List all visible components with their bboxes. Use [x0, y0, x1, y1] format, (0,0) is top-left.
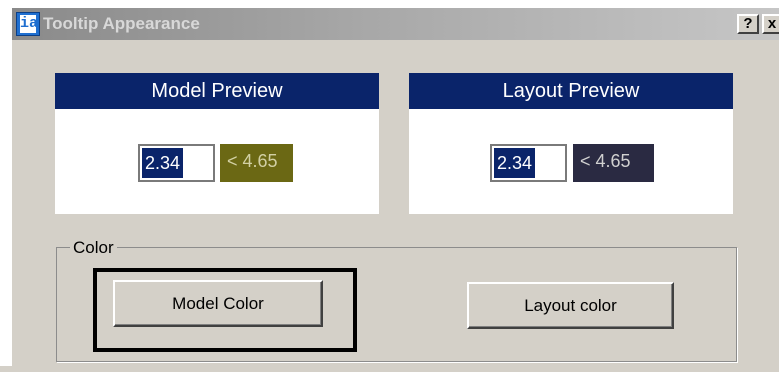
- dialog-bottom-edge: [0, 366, 767, 372]
- layout-color-button[interactable]: Layout color: [467, 282, 674, 329]
- model-preview-tooltip: < 4.65: [220, 144, 293, 182]
- layout-preview-tooltip: < 4.65: [573, 144, 654, 182]
- model-preview-value-field: 2.34: [138, 144, 215, 182]
- app-icon: ia: [16, 12, 40, 36]
- window-title: Tooltip Appearance: [43, 14, 200, 33]
- title-bar[interactable]: ia Tooltip Appearance ? x: [12, 8, 779, 40]
- model-preview-value: 2.34: [142, 148, 184, 178]
- model-preview-panel: Model Preview 2.34 < 4.65: [55, 73, 379, 214]
- app-icon-glyph: ia: [20, 15, 39, 33]
- layout-preview-panel: Layout Preview 2.34 < 4.65: [409, 73, 733, 214]
- model-color-button[interactable]: Model Color: [113, 280, 323, 327]
- layout-preview-header: Layout Preview: [409, 73, 733, 109]
- color-group-label: Color: [70, 238, 117, 258]
- close-button[interactable]: x: [762, 14, 779, 34]
- model-preview-header: Model Preview: [55, 73, 379, 109]
- layout-preview-value: 2.34: [494, 148, 536, 178]
- layout-preview-value-field: 2.34: [490, 144, 567, 182]
- help-button[interactable]: ?: [737, 14, 759, 34]
